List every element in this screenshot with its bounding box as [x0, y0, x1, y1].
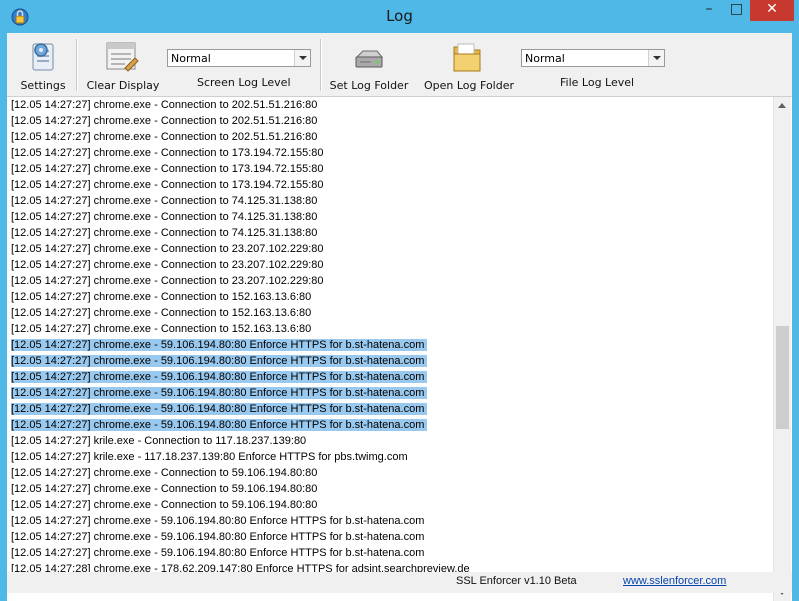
log-line-text: [12.05 14:27:27] chrome.exe - Connection…	[11, 291, 312, 303]
clear-display-icon	[106, 42, 139, 72]
file-log-level-select[interactable]: Normal	[521, 49, 665, 67]
log-line-text: [12.05 14:27:27] chrome.exe - Connection…	[11, 99, 318, 111]
log-lines[interactable]: [12.05 14:27:27] chrome.exe - Connection…	[11, 97, 771, 601]
log-view[interactable]: [12.05 14:27:27] chrome.exe - Connection…	[7, 96, 792, 601]
log-line[interactable]: [12.05 14:27:27] chrome.exe - 59.106.194…	[11, 401, 771, 417]
open-log-folder-label: Open Log Folder	[423, 79, 514, 92]
toolbar-separator	[76, 39, 78, 91]
minimize-icon: –	[705, 1, 713, 17]
log-line-text: [12.05 14:27:27] chrome.exe - 59.106.194…	[11, 371, 428, 383]
log-window: Log – □ ✕ Settings Clear Display Normal …	[0, 0, 799, 601]
log-line[interactable]: [12.05 14:27:27] chrome.exe - 59.106.194…	[11, 513, 771, 529]
log-line-text: [12.05 14:27:27] chrome.exe - Connection…	[11, 195, 318, 207]
log-line-text: [12.05 14:27:27] chrome.exe - 59.106.194…	[11, 403, 428, 415]
log-line-text: [12.05 14:27:27] chrome.exe - Connection…	[11, 179, 324, 191]
log-line[interactable]: [12.05 14:27:27] chrome.exe - Connection…	[11, 129, 771, 145]
version-text: SSL Enforcer v1.10 Beta	[456, 575, 577, 587]
set-log-folder-button[interactable]: Set Log Folder	[329, 37, 409, 94]
screen-log-level-select[interactable]: Normal	[167, 49, 311, 67]
status-bar: SSL Enforcer v1.10 Beta www.sslenforcer.…	[7, 572, 792, 593]
log-line[interactable]: [12.05 14:27:27] chrome.exe - Connection…	[11, 481, 771, 497]
window-title: Log	[386, 7, 413, 25]
settings-label: Settings	[20, 79, 66, 92]
log-line[interactable]: [12.05 14:27:27] chrome.exe - 59.106.194…	[11, 337, 771, 353]
log-line[interactable]: [12.05 14:27:27] chrome.exe - Connection…	[11, 273, 771, 289]
log-line[interactable]: [12.05 14:27:27] chrome.exe - Connection…	[11, 177, 771, 193]
log-line[interactable]: [12.05 14:27:27] chrome.exe - Connection…	[11, 321, 771, 337]
log-line-text: [12.05 14:27:27] chrome.exe - Connection…	[11, 467, 318, 479]
log-line[interactable]: [12.05 14:27:27] chrome.exe - 59.106.194…	[11, 369, 771, 385]
log-line[interactable]: [12.05 14:27:27] chrome.exe - 59.106.194…	[11, 385, 771, 401]
log-line[interactable]: [12.05 14:27:27] chrome.exe - Connection…	[11, 145, 771, 161]
log-line[interactable]: [12.05 14:27:27] krile.exe - 117.18.237.…	[11, 449, 771, 465]
log-line-text: [12.05 14:27:27] chrome.exe - Connection…	[11, 499, 318, 511]
drive-icon	[355, 50, 384, 68]
log-line[interactable]: [12.05 14:27:27] chrome.exe - Connection…	[11, 113, 771, 129]
log-line[interactable]: [12.05 14:27:27] chrome.exe - Connection…	[11, 193, 771, 209]
file-log-level-caption: File Log Level	[560, 76, 635, 89]
log-line-text: [12.05 14:27:27] chrome.exe - Connection…	[11, 275, 324, 287]
minimize-button[interactable]: –	[695, 0, 723, 21]
maximize-button[interactable]: □	[723, 0, 750, 21]
log-line[interactable]: [12.05 14:27:27] chrome.exe - Connection…	[11, 97, 771, 113]
website-link[interactable]: www.sslenforcer.com	[623, 575, 726, 587]
log-line-text: [12.05 14:27:27] krile.exe - Connection …	[11, 435, 307, 447]
open-log-folder-button[interactable]: Open Log Folder	[421, 37, 517, 94]
log-line-text: [12.05 14:27:27] chrome.exe - Connection…	[11, 131, 318, 143]
file-log-level-value: Normal	[525, 52, 565, 65]
log-line[interactable]: [12.05 14:27:27] chrome.exe - Connection…	[11, 241, 771, 257]
log-line-text: [12.05 14:27:27] chrome.exe - 59.106.194…	[11, 547, 425, 559]
log-line-text: [12.05 14:27:27] chrome.exe - 59.106.194…	[11, 339, 428, 351]
close-icon: ✕	[766, 1, 778, 17]
title-bar[interactable]: Log – □ ✕	[0, 0, 799, 33]
log-line[interactable]: [12.05 14:27:27] chrome.exe - Connection…	[11, 497, 771, 513]
log-line-text: [12.05 14:27:27] chrome.exe - 59.106.194…	[11, 419, 428, 431]
chevron-down-icon[interactable]	[648, 50, 664, 66]
log-line[interactable]: [12.05 14:27:27] chrome.exe - 59.106.194…	[11, 417, 771, 433]
set-log-folder-label: Set Log Folder	[329, 79, 409, 92]
toolbar-separator	[320, 39, 322, 91]
log-line-text: [12.05 14:27:27] chrome.exe - Connection…	[11, 211, 318, 223]
maximize-icon: □	[729, 1, 744, 17]
chevron-down-icon[interactable]	[294, 50, 310, 66]
log-line-text: [12.05 14:27:27] chrome.exe - 59.106.194…	[11, 531, 425, 543]
log-line-text: [12.05 14:27:27] chrome.exe - Connection…	[11, 323, 312, 335]
client-area: Settings Clear Display Normal Screen Log	[7, 33, 792, 601]
log-line-text: [12.05 14:27:27] chrome.exe - Connection…	[11, 163, 324, 175]
log-line[interactable]: [12.05 14:27:27] chrome.exe - Connection…	[11, 465, 771, 481]
log-line[interactable]: [12.05 14:27:27] chrome.exe - Connection…	[11, 225, 771, 241]
clear-display-label: Clear Display	[86, 79, 160, 92]
log-line-text: [12.05 14:27:27] chrome.exe - 59.106.194…	[11, 515, 425, 527]
scroll-up-icon[interactable]	[774, 97, 791, 114]
log-line[interactable]: [12.05 14:27:27] chrome.exe - Connection…	[11, 257, 771, 273]
log-line-text: [12.05 14:27:27] chrome.exe - Connection…	[11, 115, 318, 127]
log-line-text: [12.05 14:27:27] chrome.exe - Connection…	[11, 259, 324, 271]
settings-button[interactable]: Settings	[17, 37, 69, 94]
log-line[interactable]: [12.05 14:27:27] chrome.exe - 59.106.194…	[11, 545, 771, 561]
log-line[interactable]: [12.05 14:27:27] chrome.exe - 59.106.194…	[11, 529, 771, 545]
screen-log-level-caption: Screen Log Level	[197, 76, 291, 89]
log-line[interactable]: [12.05 14:27:27] chrome.exe - Connection…	[11, 209, 771, 225]
log-line-text: [12.05 14:27:27] chrome.exe - Connection…	[11, 307, 312, 319]
log-line-text: [12.05 14:27:27] chrome.exe - Connection…	[11, 147, 324, 159]
log-line[interactable]: [12.05 14:27:27] chrome.exe - 59.106.194…	[11, 353, 771, 369]
log-line-text: [12.05 14:27:27] chrome.exe - 59.106.194…	[11, 355, 428, 367]
log-line[interactable]: [12.05 14:27:27] chrome.exe - Connection…	[11, 305, 771, 321]
log-line[interactable]: [12.05 14:27:27] krile.exe - Connection …	[11, 433, 771, 449]
log-line-text: [12.05 14:27:27] chrome.exe - Connection…	[11, 243, 324, 255]
vertical-scrollbar[interactable]	[773, 97, 791, 601]
close-button[interactable]: ✕	[750, 0, 794, 21]
folder-icon	[453, 43, 481, 72]
scroll-thumb[interactable]	[776, 325, 789, 429]
log-line[interactable]: [12.05 14:27:27] chrome.exe - Connection…	[11, 289, 771, 305]
log-line[interactable]: [12.05 14:27:27] chrome.exe - Connection…	[11, 161, 771, 177]
log-line-text: [12.05 14:27:27] chrome.exe - Connection…	[11, 483, 318, 495]
log-line-text: [12.05 14:27:27] krile.exe - 117.18.237.…	[11, 451, 408, 463]
toolbar: Settings Clear Display Normal Screen Log	[7, 33, 792, 96]
log-line-text: [12.05 14:27:27] chrome.exe - Connection…	[11, 227, 318, 239]
settings-gear-icon	[32, 43, 54, 71]
clear-display-button[interactable]: Clear Display	[85, 37, 161, 94]
screen-log-level-value: Normal	[171, 52, 211, 65]
log-line-text: [12.05 14:27:27] chrome.exe - 59.106.194…	[11, 387, 428, 399]
